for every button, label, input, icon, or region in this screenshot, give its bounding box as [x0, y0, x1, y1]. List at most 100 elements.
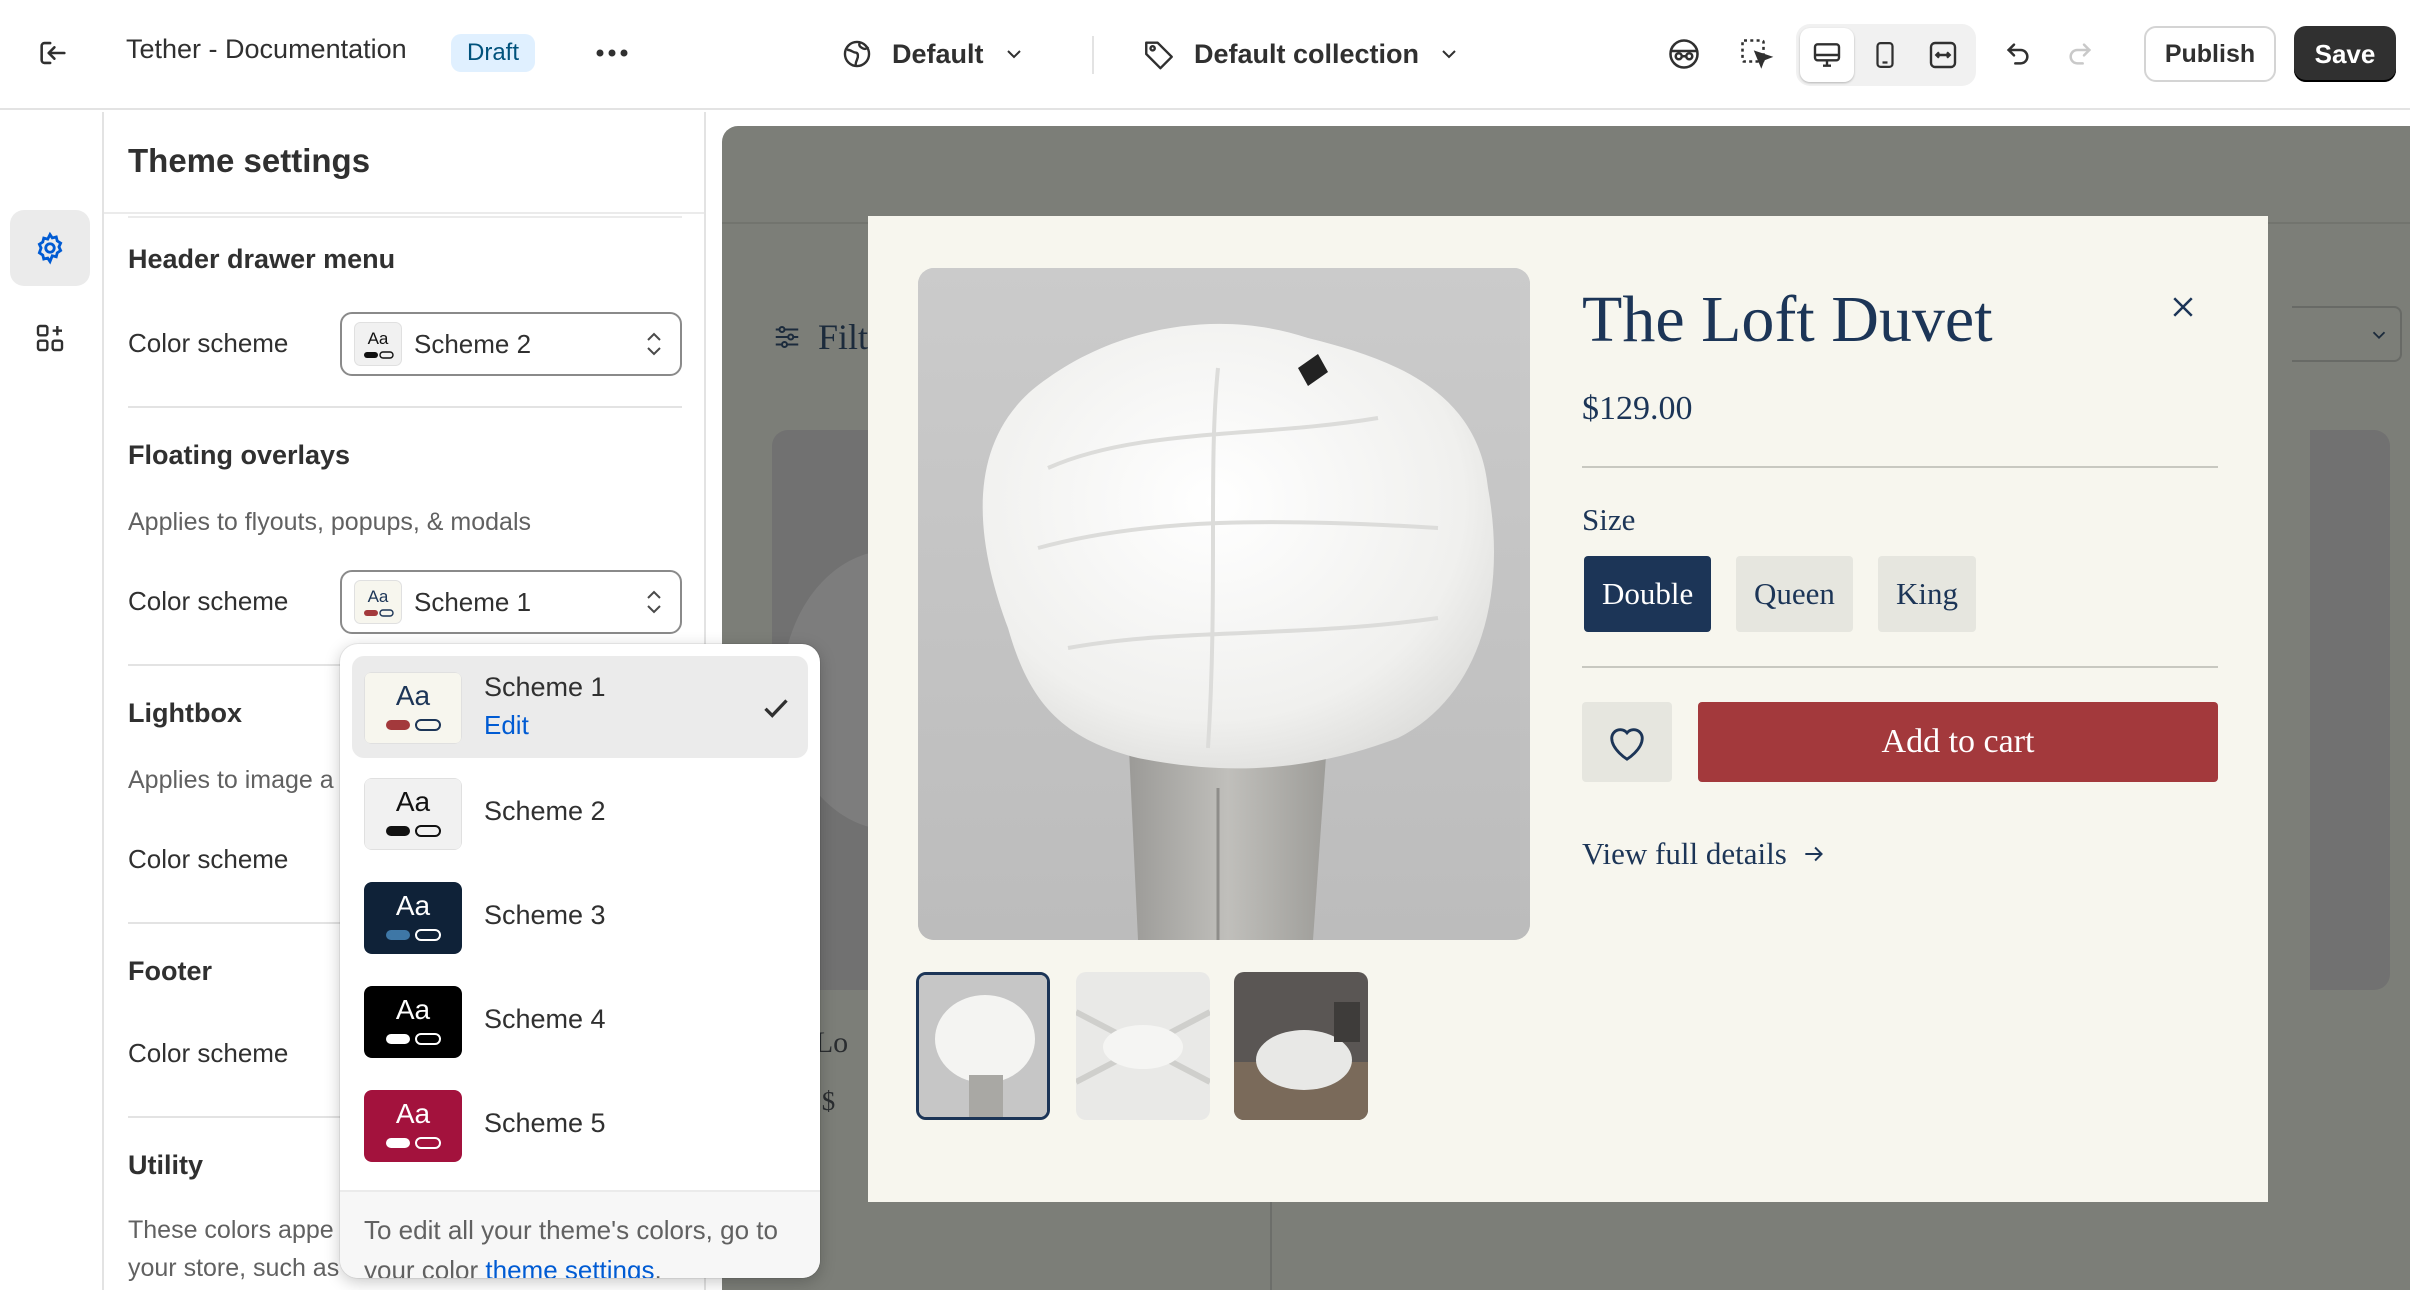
apps-icon: [36, 324, 64, 352]
scheme-swatch-icon: Aa: [364, 778, 462, 850]
chevron-down-icon: [2372, 331, 2386, 340]
scheme-option[interactable]: Aa Scheme 2: [352, 762, 808, 864]
select-cursor-icon: [1741, 39, 1774, 69]
viewport-toggle: [1796, 24, 1976, 86]
scheme-swatch-icon: Aa: [364, 1090, 462, 1162]
edit-scheme-link[interactable]: Edit: [484, 710, 529, 741]
scheme-option[interactable]: Aa Scheme 3: [352, 866, 808, 968]
scheme-swatch-icon: Aa: [354, 580, 402, 624]
tag-icon: [1145, 41, 1173, 70]
size-option-double[interactable]: Double: [1584, 556, 1712, 632]
select-element-button[interactable]: [1728, 26, 1784, 82]
collection-selector-label: Default collection: [1194, 38, 1420, 69]
theme-settings-link[interactable]: theme settings: [485, 1255, 654, 1278]
theme-selector[interactable]: Default: [840, 28, 1026, 80]
color-scheme-label: Color scheme: [128, 328, 289, 358]
size-label: Size: [1582, 502, 1636, 537]
section-title-floating-overlays: Floating overlays: [128, 440, 351, 470]
rail-theme-settings-button[interactable]: [10, 210, 90, 286]
color-scheme-label: Color scheme: [128, 1038, 289, 1068]
view-full-details-label: View full details: [1582, 836, 1787, 871]
close-modal-button[interactable]: [2158, 282, 2208, 332]
section-description: Applies to image a: [128, 766, 334, 794]
product-thumbnail[interactable]: [1076, 972, 1210, 1120]
rail-apps-button[interactable]: [10, 300, 90, 376]
scheme-option-label: Scheme 2: [484, 796, 606, 826]
theme-selector-label: Default: [892, 38, 984, 69]
wishlist-button[interactable]: [1582, 702, 1672, 782]
header-drawer-scheme-select[interactable]: Aa Scheme 2: [340, 312, 682, 376]
preview-inspector-button[interactable]: [1656, 26, 1712, 82]
undo-button[interactable]: [1990, 26, 2046, 82]
scheme-option-label: Scheme 5: [484, 1108, 606, 1138]
desktop-icon: [1813, 43, 1841, 67]
footer-end: .: [654, 1255, 662, 1278]
desktop-view-button[interactable]: [1800, 28, 1854, 82]
section-divider: [128, 406, 682, 408]
scheme-option[interactable]: Aa Scheme 1 Edit: [352, 656, 808, 758]
select-arrows-icon: [647, 332, 661, 356]
svg-text:Aa: Aa: [396, 680, 431, 711]
size-option-queen[interactable]: Queen: [1736, 556, 1853, 632]
color-scheme-dropdown: Aa Scheme 1 Edit Aa Scheme 2 Aa Scheme 3 Aa Sche…: [340, 644, 820, 1278]
scheme-option[interactable]: Aa Scheme 4: [352, 970, 808, 1072]
product-price: $129.00: [1582, 390, 1693, 427]
arrow-right-icon: [1805, 846, 1823, 862]
section-description: These colors appe: [128, 1216, 334, 1244]
thumbnail-image: [1234, 972, 1368, 1120]
thumbnail-image: [1076, 972, 1210, 1120]
product-thumbnail[interactable]: [1234, 972, 1368, 1120]
left-rail: [0, 112, 104, 1290]
svg-text:Aa: Aa: [396, 1098, 431, 1129]
duvet-photo: [918, 268, 1530, 940]
checkmark-icon: [764, 699, 788, 718]
storefront-preview[interactable]: Filt e Lo m $: [722, 126, 2410, 1290]
section-title-footer: Footer: [128, 956, 212, 986]
color-scheme-label: Color scheme: [128, 586, 289, 616]
section-title-utility: Utility: [128, 1150, 204, 1180]
more-actions-button[interactable]: [588, 30, 636, 76]
fullscreen-view-button[interactable]: [1916, 28, 1970, 82]
panel-title: Theme settings: [128, 142, 371, 179]
select-arrows-icon: [647, 590, 661, 614]
preview-product-card: [2310, 430, 2390, 990]
mobile-view-button[interactable]: [1858, 28, 1912, 82]
scheme-option-label: Scheme 4: [484, 1004, 606, 1034]
floating-overlays-scheme-select[interactable]: Aa Scheme 1: [340, 570, 682, 634]
product-main-image: [918, 268, 1530, 940]
collection-selector[interactable]: Default collection: [1142, 28, 1461, 80]
heart-icon: [1610, 728, 1644, 761]
globe-icon: [843, 40, 871, 68]
svg-text:Aa: Aa: [396, 994, 431, 1025]
save-button[interactable]: Save: [2294, 26, 2396, 82]
add-to-cart-button[interactable]: Add to cart: [1698, 702, 2218, 782]
svg-text:Aa: Aa: [368, 587, 389, 606]
scheme-option[interactable]: Aa Scheme 5: [352, 1074, 808, 1176]
svg-text:Aa: Aa: [396, 786, 431, 817]
store-title: Tether - Documentation: [126, 34, 407, 64]
view-full-details-link[interactable]: View full details: [1582, 836, 1827, 872]
select-value: Scheme 2: [414, 328, 532, 359]
select-value: Scheme 1: [414, 586, 532, 617]
modal-divider: [1582, 466, 2218, 468]
scheme-option-label: Scheme 1: [484, 672, 606, 702]
more-horizontal-icon: [596, 49, 628, 57]
product-title: The Loft Duvet: [1582, 283, 1993, 356]
product-thumbnail[interactable]: [916, 972, 1050, 1120]
publish-button[interactable]: Publish: [2144, 26, 2276, 82]
color-scheme-label: Color scheme: [128, 844, 289, 874]
preview-sort-select: [2292, 306, 2402, 362]
scheme-swatch-icon: Aa: [364, 986, 462, 1058]
modal-divider: [1582, 666, 2218, 668]
svg-text:Aa: Aa: [396, 890, 431, 921]
close-icon: [2173, 297, 2193, 317]
quick-view-modal: The Loft Duvet $129.00 Size Double Queen…: [868, 216, 2268, 1202]
toolbar-divider: [1092, 36, 1094, 74]
size-option-king[interactable]: King: [1878, 556, 1976, 632]
status-badge: Draft: [451, 34, 536, 72]
scheme-swatch-icon: Aa: [364, 672, 462, 744]
section-title-header-drawer: Header drawer menu: [128, 244, 396, 274]
exit-button[interactable]: [30, 30, 76, 76]
chevron-down-icon: [1442, 50, 1456, 59]
redo-button[interactable]: [2052, 26, 2108, 82]
